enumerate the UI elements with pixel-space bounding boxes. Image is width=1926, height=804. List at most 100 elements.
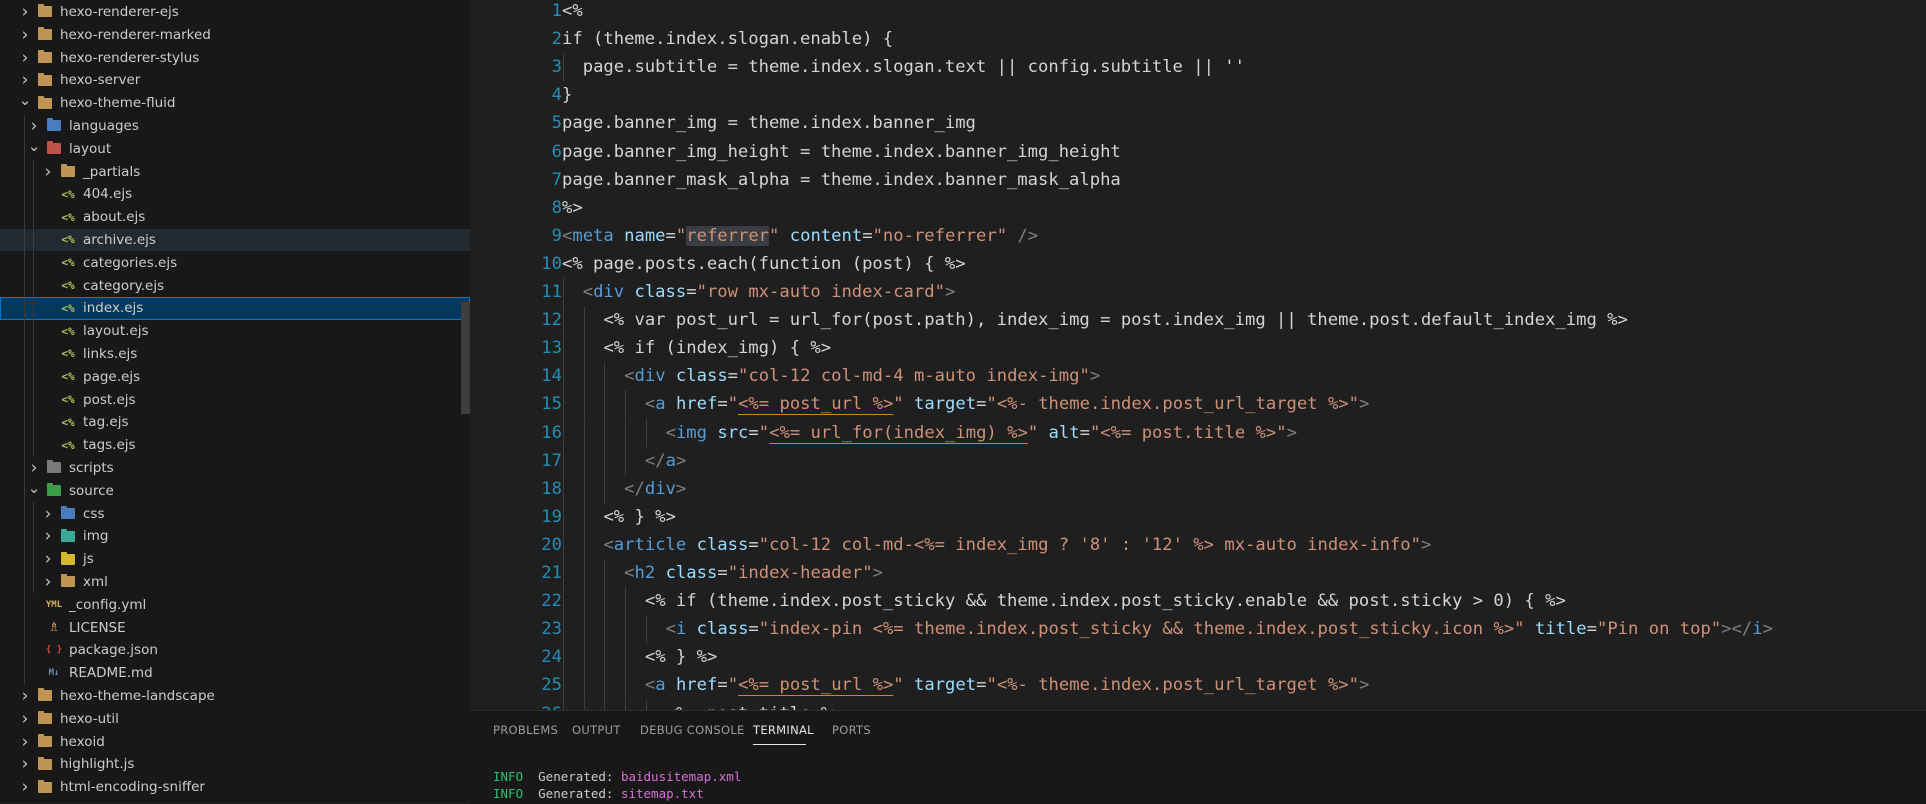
code-line[interactable]: 12 <% var post_url = url_for(post.path), …: [470, 306, 1628, 335]
code-line[interactable]: 4}: [470, 81, 573, 109]
code-token: ": [893, 675, 904, 696]
code-line[interactable]: 14 <div class="col-12 col-md-4 m-auto ind…: [470, 362, 1100, 391]
code-line[interactable]: 11 <div class="row mx-auto index-card">: [470, 278, 955, 306]
indent-guide: [24, 183, 25, 206]
tree-item-source[interactable]: ⌄ source: [0, 479, 470, 503]
tree-item-categories-ejs[interactable]: <% categories.ejs: [0, 251, 470, 275]
tree-item-hexo-server[interactable]: › hexo-server: [0, 69, 470, 92]
tree-item-css[interactable]: › css: [0, 502, 470, 525]
tree-item-hexoid[interactable]: › hexoid: [0, 730, 470, 753]
tree-item-links-ejs[interactable]: <% links.ejs: [0, 342, 470, 366]
tab-problems[interactable]: PROBLEMS: [493, 723, 558, 737]
tree-item-404-ejs[interactable]: <% 404.ejs: [0, 183, 470, 206]
code-line[interactable]: 18 </div>: [470, 474, 686, 503]
tree-item-archive-ejs[interactable]: <% archive.ejs: [0, 228, 470, 252]
chevron-right-icon[interactable]: ›: [18, 70, 32, 90]
tab-debug-console[interactable]: DEBUG CONSOLE: [640, 723, 745, 737]
line-number: 23: [541, 619, 562, 640]
code-line[interactable]: 17 </a>: [470, 446, 686, 475]
tree-item-xml[interactable]: › xml: [0, 570, 470, 594]
tree-item-config-yml[interactable]: YML _config.yml: [0, 593, 470, 617]
code-line[interactable]: 2 if (theme.index.slogan.enable) {: [470, 25, 894, 53]
tree-item-scripts[interactable]: › scripts: [0, 456, 470, 480]
code-line[interactable]: 6 page.banner_img_height = theme.index.ba…: [470, 138, 1121, 166]
tree-item-post-ejs[interactable]: <% post.ejs: [0, 388, 470, 411]
code-line[interactable]: 5 page.banner_img = theme.index.banner_im…: [470, 109, 976, 137]
log-file: sitemap.txt: [620, 786, 704, 801]
code-line[interactable]: 1 <%: [470, 0, 583, 25]
code-line[interactable]: 22 <% if (theme.index.post_sticky && them…: [470, 587, 1566, 616]
tree-item-category-ejs[interactable]: <% category.ejs: [0, 274, 470, 297]
tree-item-html-encoding-sniffer[interactable]: › html-encoding-sniffer: [0, 776, 470, 799]
chevron-right-icon[interactable]: ›: [18, 25, 32, 45]
tree-item-page-ejs[interactable]: <% page.ejs: [0, 365, 470, 389]
tree-item-highlight-js[interactable]: › highlight.js: [0, 753, 470, 776]
tree-item-license[interactable]: ♗ LICENSE: [0, 616, 470, 639]
sidebar-scrollbar[interactable]: [461, 302, 470, 414]
code-line[interactable]: 19 <% } %>: [470, 502, 676, 531]
code-line[interactable]: 23 <i class="index-pin <%= theme.index.po…: [470, 615, 1773, 644]
tree-item-img[interactable]: › img: [0, 525, 470, 548]
tree-item-tag-ejs[interactable]: <% tag.ejs: [0, 411, 470, 434]
chevron-right-icon[interactable]: ›: [41, 162, 55, 182]
tab-terminal[interactable]: TERMINAL: [753, 723, 814, 737]
line-number: 7: [551, 169, 562, 190]
code-line[interactable]: 7 page.banner_mask_alpha = theme.index.ba…: [470, 166, 1121, 194]
code-editor[interactable]: 1 <% 2 if (theme.index.slogan.enable) {3 pag…: [470, 0, 1926, 710]
chevron-right-icon[interactable]: ›: [27, 116, 41, 136]
chevron-right-icon[interactable]: ›: [41, 504, 55, 524]
tree-item-hexo-theme-fluid[interactable]: ⌄ hexo-theme-fluid: [0, 91, 470, 115]
indent-guide: [563, 306, 564, 335]
chevron-down-icon[interactable]: ⌄: [27, 137, 41, 155]
tree-item-layout-ejs[interactable]: <% layout.ejs: [0, 319, 470, 343]
chevron-down-icon[interactable]: ⌄: [27, 479, 41, 497]
code-token: </: [644, 450, 666, 471]
code-line[interactable]: 24 <% } %>: [470, 643, 717, 672]
chevron-right-icon[interactable]: ›: [18, 709, 32, 729]
chevron-right-icon[interactable]: ›: [27, 458, 41, 478]
code-line[interactable]: 3 page.subtitle = theme.index.slogan.text…: [470, 53, 1245, 82]
tab-ports[interactable]: PORTS: [832, 723, 871, 737]
chevron-right-icon[interactable]: ›: [18, 686, 32, 706]
tree-item-layout[interactable]: ⌄ layout: [0, 137, 470, 161]
code-line[interactable]: 25 <a href="<%= post_url %>" target="<%- …: [470, 671, 1369, 700]
chevron-right-icon[interactable]: ›: [41, 572, 55, 592]
code-line[interactable]: 13 <% if (index_img) { %>: [470, 334, 831, 363]
tree-item-hexo-util[interactable]: › hexo-util: [0, 707, 470, 730]
code-line[interactable]: 16 <img src="<%= url_for(index_img) %>" a…: [470, 418, 1297, 447]
tree-item-about-ejs[interactable]: <% about.ejs: [0, 205, 470, 229]
chevron-down-icon[interactable]: ⌄: [18, 91, 32, 109]
tree-item-tags-ejs[interactable]: <% tags.ejs: [0, 433, 470, 457]
code-text: <% if (index_img) { %>: [603, 338, 831, 358]
indent-guide: [24, 342, 25, 366]
indent-guide: [33, 342, 34, 366]
indent-guide: [563, 587, 564, 616]
tree-item-languages[interactable]: › languages: [0, 114, 470, 138]
tree-item-hexo-renderer-ejs[interactable]: › hexo-renderer-ejs: [0, 1, 470, 24]
code-line[interactable]: 10 <% page.posts.each(function (post) { %…: [470, 250, 965, 278]
tree-item-package-json[interactable]: { } package.json: [0, 639, 470, 662]
code-line[interactable]: 26<%= post.title %>: [470, 699, 842, 710]
tab-output[interactable]: OUTPUT: [572, 723, 621, 737]
tree-item-hexo-renderer-stylus[interactable]: › hexo-renderer-stylus: [0, 46, 470, 69]
code-token: >: [1420, 534, 1432, 555]
tree-item-index-ejs[interactable]: <% index.ejs: [0, 297, 470, 320]
chevron-right-icon[interactable]: ›: [41, 549, 55, 569]
code-line[interactable]: 8 %>: [470, 194, 583, 222]
chevron-right-icon[interactable]: ›: [41, 526, 55, 546]
tree-item-readme-md[interactable]: M↓ README.md: [0, 661, 470, 685]
code-line[interactable]: 20 <article class="col-12 col-md-<%= inde…: [470, 530, 1431, 559]
tree-item-hexo-theme-landscape[interactable]: › hexo-theme-landscape: [0, 685, 470, 708]
chevron-right-icon[interactable]: ›: [18, 48, 32, 68]
code-line[interactable]: 9 <meta name="referrer" content="no-refer…: [470, 222, 1038, 250]
chevron-right-icon[interactable]: ›: [18, 2, 32, 22]
chevron-right-icon[interactable]: ›: [18, 732, 32, 752]
code-text: <% } %>: [645, 647, 717, 667]
tree-item-hexo-renderer-marked[interactable]: › hexo-renderer-marked: [0, 23, 470, 46]
code-line[interactable]: 21 <h2 class="index-header">: [470, 559, 883, 587]
chevron-right-icon[interactable]: ›: [18, 754, 32, 774]
tree-item-js[interactable]: › js: [0, 547, 470, 571]
tree-item-partials[interactable]: › _partials: [0, 160, 470, 183]
code-line[interactable]: 15 <a href="<%= post_url %>" target="<%- …: [470, 390, 1369, 419]
chevron-right-icon[interactable]: ›: [18, 777, 32, 797]
